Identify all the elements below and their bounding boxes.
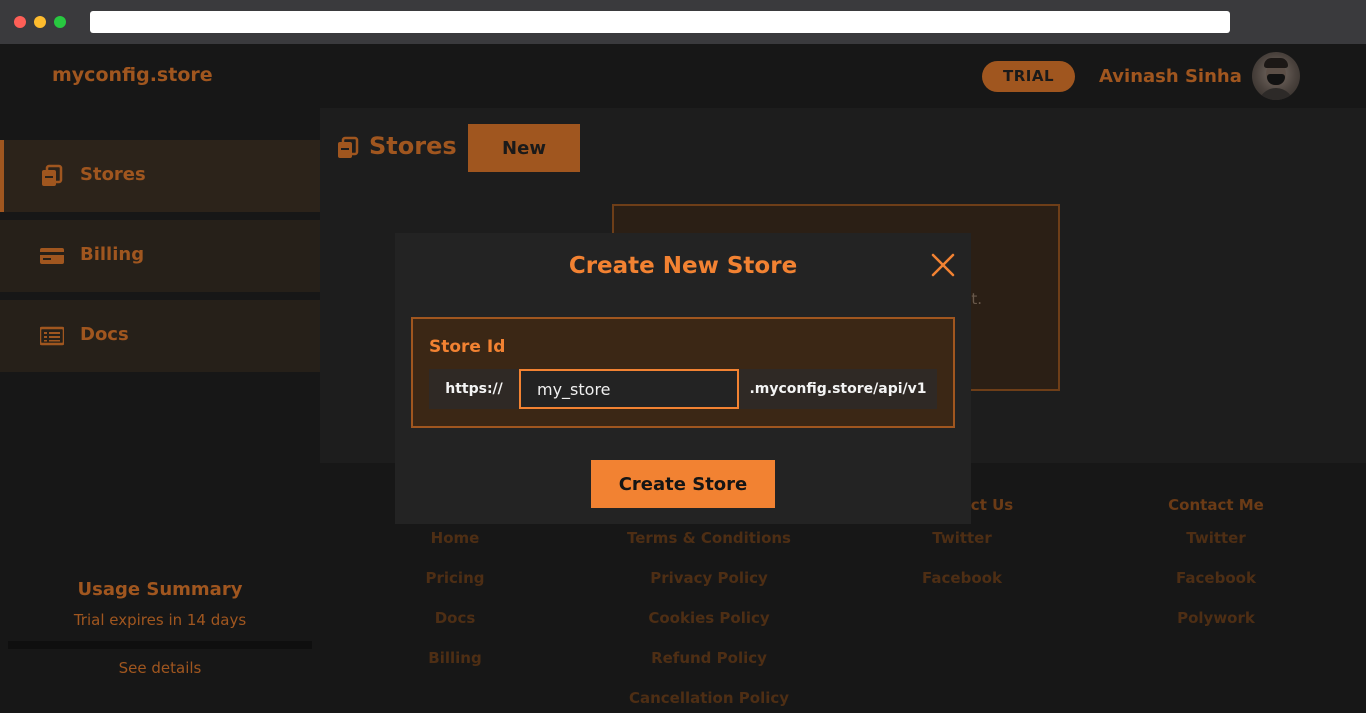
footer-link-terms[interactable]: Terms & Conditions [608, 529, 810, 549]
footer-link-home[interactable]: Home [395, 529, 515, 549]
footer-link-pricing[interactable]: Pricing [395, 569, 515, 589]
footer-link-refund[interactable]: Refund Policy [608, 649, 810, 669]
footer-heading: Contact Me [1168, 496, 1264, 514]
footer-link-docs[interactable]: Docs [395, 609, 515, 629]
footer-link-cancellation[interactable]: Cancellation Policy [608, 689, 810, 709]
trial-badge: TRIAL [982, 61, 1075, 92]
usage-progress-bar [8, 641, 312, 649]
footer-link-twitter[interactable]: Twitter [902, 529, 1022, 549]
sidebar-item-label: Docs [80, 324, 129, 345]
trial-expiry-text: Trial expires in 14 days [73, 611, 247, 629]
usage-summary-title: Usage Summary [77, 579, 243, 600]
footer-column-nav: Home Pricing Docs Billing [395, 496, 515, 689]
sidebar-item-billing[interactable]: Billing [0, 220, 320, 292]
new-store-button[interactable]: New [468, 124, 580, 172]
create-store-modal: Create New Store Store Id https:// .myco… [395, 233, 971, 524]
footer-link-facebook[interactable]: Facebook [1156, 569, 1276, 589]
window-maximize-dot[interactable] [54, 16, 66, 28]
footer-link-twitter[interactable]: Twitter [1156, 529, 1276, 549]
create-store-button[interactable]: Create Store [591, 460, 775, 508]
browser-chrome [0, 0, 1366, 44]
docs-icon [40, 326, 64, 346]
sidebar-item-docs[interactable]: Docs [0, 300, 320, 372]
footer-link-cookies[interactable]: Cookies Policy [608, 609, 810, 629]
page-title: Stores [369, 132, 457, 160]
url-suffix: .myconfig.store/api/v1 [739, 369, 937, 409]
store-id-field-group: Store Id https:// .myconfig.store/api/v1 [411, 317, 955, 428]
url-prefix: https:// [429, 369, 519, 409]
sidebar-item-label: Stores [80, 164, 146, 185]
credit-card-icon [40, 248, 64, 264]
footer-link-facebook[interactable]: Facebook [902, 569, 1022, 589]
brand-logo[interactable]: myconfig.store [52, 64, 213, 86]
close-icon[interactable] [931, 253, 955, 277]
sidebar-item-label: Billing [80, 244, 145, 265]
sidebar-item-stores[interactable]: Stores [0, 140, 320, 212]
stores-icon [42, 164, 63, 186]
address-bar[interactable] [90, 11, 1230, 33]
stores-icon [338, 136, 359, 158]
store-id-input[interactable] [519, 369, 739, 409]
see-details-link[interactable]: See details [0, 659, 320, 677]
footer-column-legal: Terms & Conditions Privacy Policy Cookie… [608, 496, 810, 713]
modal-title: Create New Store [568, 253, 798, 279]
user-name[interactable]: Avinash Sinha [1099, 66, 1242, 87]
footer-link-billing[interactable]: Billing [395, 649, 515, 669]
avatar[interactable] [1252, 52, 1300, 100]
footer-link-privacy[interactable]: Privacy Policy [608, 569, 810, 589]
window-minimize-dot[interactable] [34, 16, 46, 28]
app-viewport: myconfig.store TRIAL Avinash Sinha Store… [0, 44, 1366, 713]
top-bar: myconfig.store TRIAL Avinash Sinha [0, 44, 1366, 108]
usage-progress-fill [8, 641, 312, 649]
store-id-label: Store Id [429, 337, 506, 357]
window-close-dot[interactable] [14, 16, 26, 28]
footer-column-contact-me: Contact Me Twitter Facebook Polywork [1156, 496, 1276, 649]
footer-link-polywork[interactable]: Polywork [1156, 609, 1276, 629]
